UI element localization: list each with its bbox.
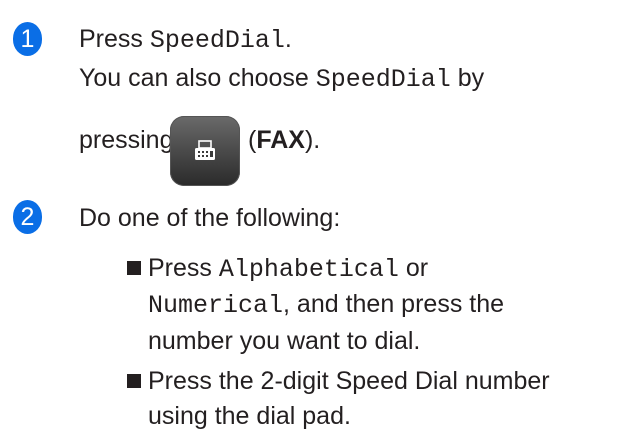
step-1-line-1: Press SpeedDial.	[79, 24, 292, 56]
step-1-badge: 1	[13, 22, 42, 56]
bullet-1-line-3: number you want to dial.	[148, 327, 421, 355]
alphabetical-key-name: Alphabetical	[218, 255, 399, 284]
bullet-1-line-2: Numerical, and then press the	[148, 289, 504, 321]
bullet-1-line-1: Press Alphabetical or	[148, 253, 428, 285]
square-bullet-icon	[127, 261, 141, 275]
fax-label: FAX	[256, 126, 305, 154]
also-choose-text: You can also choose	[79, 64, 309, 92]
speeddial-key-name: SpeedDial	[149, 26, 285, 55]
step-2-badge: 2	[13, 200, 42, 234]
by-text: by	[457, 64, 485, 92]
pressing-text: pressing	[79, 126, 174, 154]
fax-label-line: (FAX).	[248, 125, 320, 155]
step-1-line-2: You can also choose SpeedDial by	[79, 63, 484, 95]
or-text: or	[405, 254, 429, 282]
fax-icon	[195, 140, 215, 160]
fax-button[interactable]	[170, 116, 240, 186]
step-2-intro: Do one of the following:	[79, 204, 341, 232]
speeddial-key-name-2: SpeedDial	[315, 65, 451, 94]
bullet-2-line-1: Press the 2-digit Speed Dial number	[148, 367, 550, 395]
square-bullet-icon-2	[127, 374, 141, 388]
fax-close-paren: ).	[304, 126, 321, 154]
bullet-2-line-2: using the dial pad.	[148, 402, 351, 430]
numerical-key-name: Numerical	[148, 291, 284, 320]
then-press-text: , and then press the	[283, 290, 505, 318]
press-text: Press	[79, 25, 143, 53]
press-text-2: Press	[148, 254, 212, 282]
period-text: .	[284, 25, 292, 53]
